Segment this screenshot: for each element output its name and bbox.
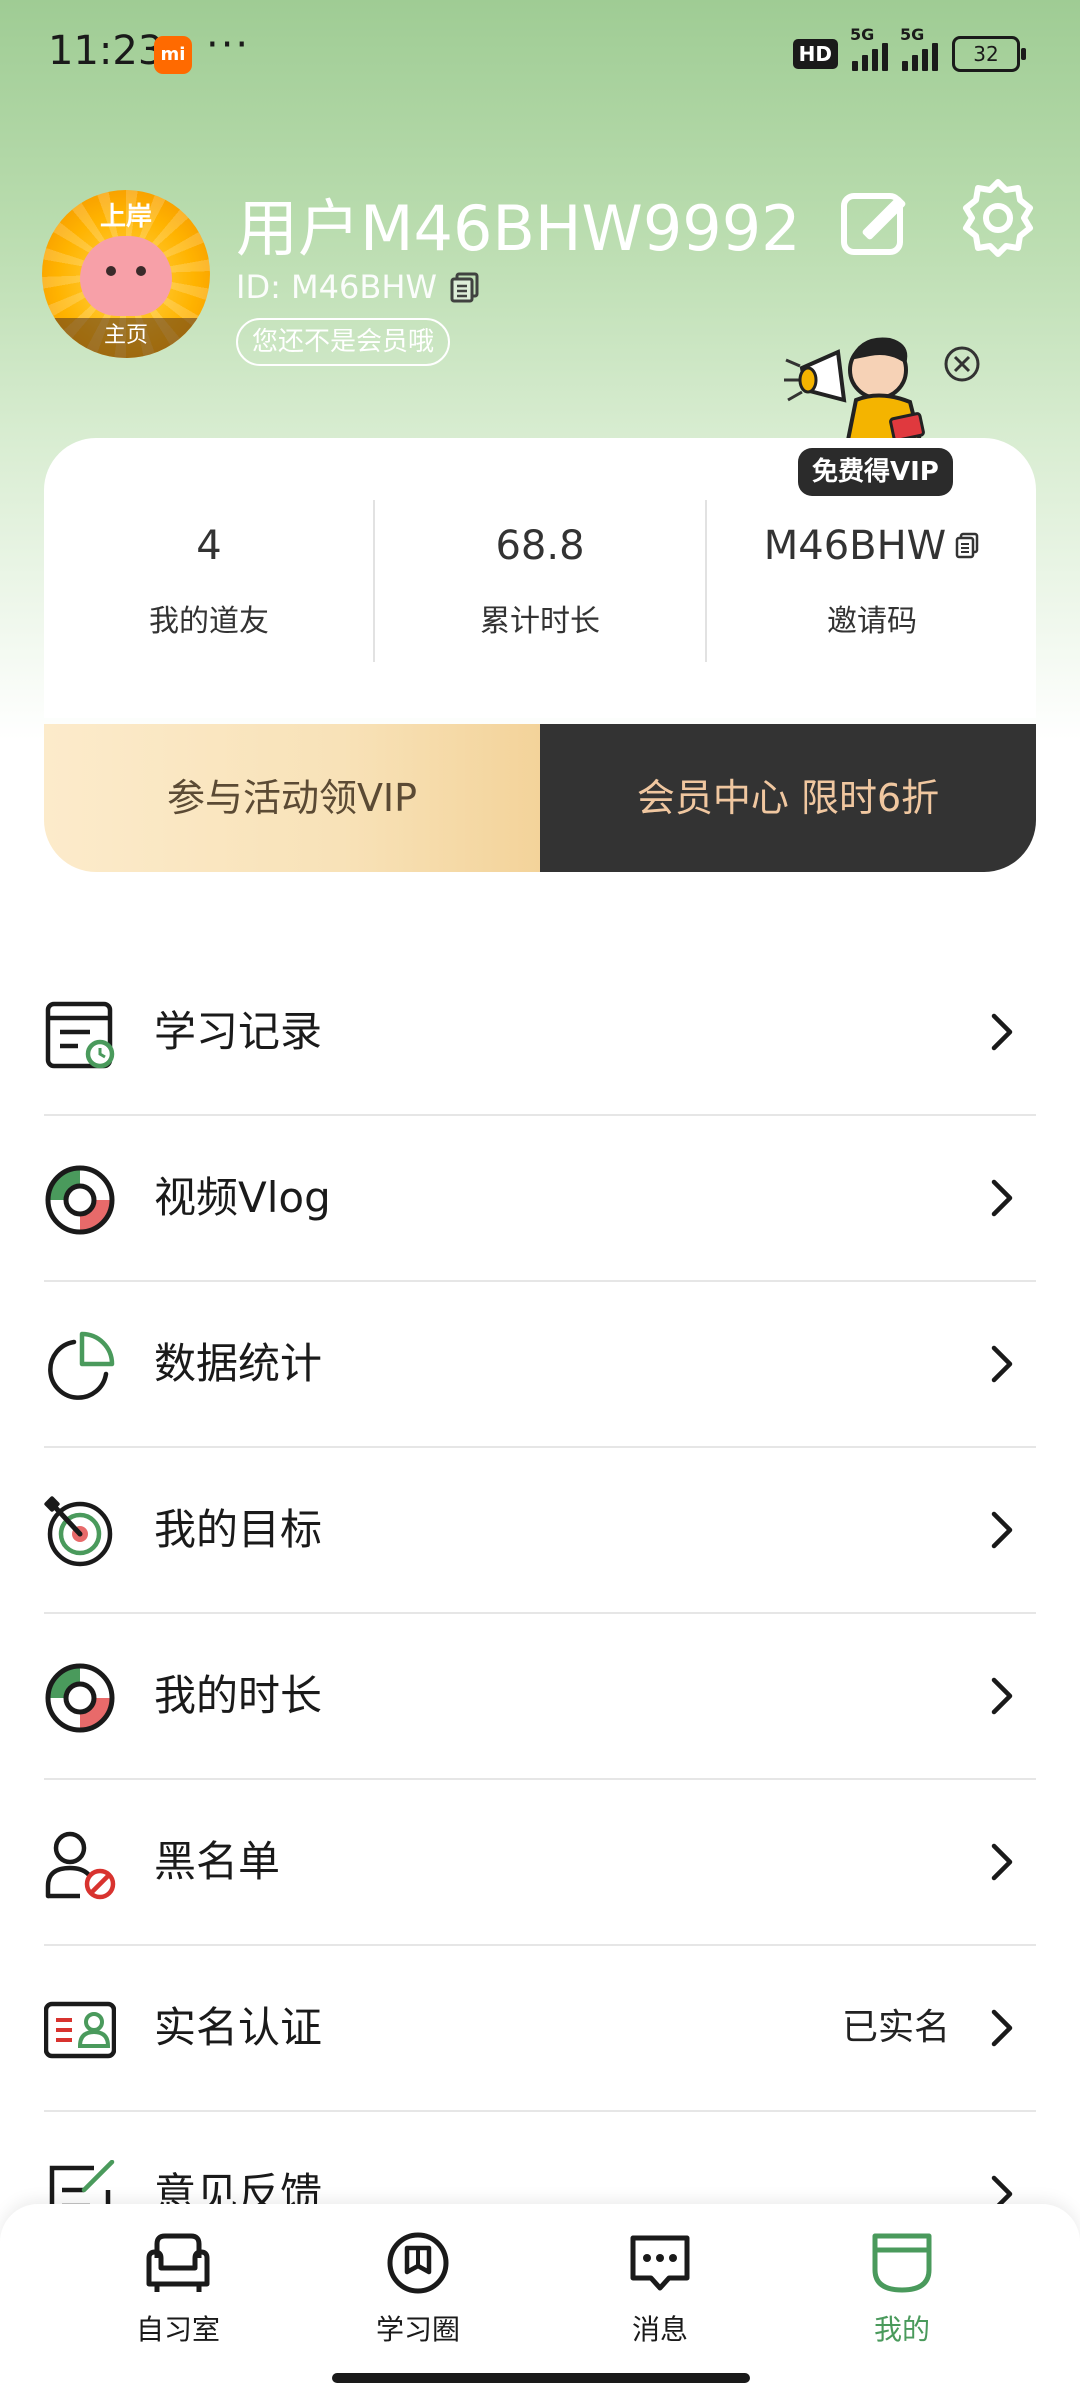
join-activity-vip-button[interactable]: 参与活动领VIP	[44, 724, 540, 872]
menu-label: 黑名单	[154, 1837, 281, 1886]
menu-item-blacklist[interactable]: 黑名单	[44, 1780, 1036, 1946]
menu-label: 实名认证	[154, 2003, 323, 2052]
user-id: ID: M46BHW	[236, 268, 438, 306]
user-id-row: ID: M46BHW	[236, 268, 479, 306]
status-time: 11:23	[48, 28, 164, 74]
book-circle-icon	[387, 2232, 449, 2294]
avatar-character	[80, 236, 172, 316]
friends-label: 我的道友	[149, 604, 269, 639]
close-promo-icon[interactable]	[942, 344, 982, 384]
menu-list: 学习记录 视频Vlog 数据统计 我的目标 我的时长 黑名单 实名认证 已实名 …	[44, 950, 1036, 2276]
menu-label: 视频Vlog	[154, 1173, 331, 1222]
status-indicators: HD 5G 5G 32	[792, 25, 1026, 74]
menu-item-study-record[interactable]: 学习记录	[44, 950, 1036, 1116]
signal-icon: 5G	[850, 25, 888, 71]
invite-code-label: 邀请码	[827, 604, 917, 639]
edit-icon[interactable]	[838, 182, 914, 258]
menu-item-my-goal[interactable]: 我的目标	[44, 1448, 1036, 1614]
menu-label: 我的时长	[154, 1671, 323, 1720]
chevron-right-icon	[991, 1843, 1013, 1881]
friends-stat[interactable]: 4 我的道友	[44, 516, 374, 640]
blacklist-icon	[45, 1831, 116, 1900]
chevron-right-icon	[991, 1511, 1013, 1549]
username: 用户M46BHW9992	[236, 192, 801, 265]
video-vlog-icon	[45, 1165, 115, 1235]
nav-label: 我的	[873, 2313, 930, 2346]
sofa-icon	[146, 2233, 210, 2292]
menu-label: 学习记录	[154, 1007, 323, 1056]
target-icon	[44, 1496, 113, 1567]
invite-code-stat[interactable]: M46BHW 邀请码	[707, 516, 1037, 640]
chevron-right-icon	[991, 1179, 1013, 1217]
nav-label: 学习圈	[375, 2313, 460, 2346]
menu-item-video-vlog[interactable]: 视频Vlog	[44, 1116, 1036, 1282]
battery-icon: 32	[952, 36, 1026, 72]
hd-voice-icon: HD	[792, 39, 838, 69]
avatar-home-label: 主页	[42, 318, 210, 358]
bottom-nav: 自习室 学习圈 消息 我的	[0, 2204, 1080, 2400]
nav-tab-messages[interactable]: 消息	[560, 2228, 760, 2348]
signal-icon: 5G	[900, 25, 938, 71]
copy-icon[interactable]	[954, 532, 980, 560]
nav-tab-mine[interactable]: 我的	[802, 2228, 1002, 2348]
avatar[interactable]: 上岸 主页	[42, 190, 210, 358]
chevron-right-icon	[991, 1345, 1013, 1383]
chevron-right-icon	[991, 1013, 1013, 1051]
copy-icon[interactable]	[449, 271, 479, 303]
status-bar: 11:23 mi ··· HD 5G 5G 32	[0, 0, 1080, 110]
network-type-label: 5G	[850, 25, 875, 44]
profile-tab-icon	[872, 2233, 932, 2293]
friends-count: 4	[196, 523, 222, 569]
study-record-icon	[45, 1001, 115, 1069]
mi-app-icon: mi	[154, 36, 192, 74]
avatar-top-label: 上岸	[99, 202, 152, 232]
chevron-right-icon	[991, 2009, 1013, 2047]
menu-item-data-stats[interactable]: 数据统计	[44, 1282, 1036, 1448]
menu-item-my-duration[interactable]: 我的时长	[44, 1614, 1036, 1780]
duration-icon	[45, 1663, 115, 1733]
total-duration-value: 68.8	[495, 523, 585, 569]
more-notifications-icon: ···	[206, 22, 251, 68]
menu-label: 我的目标	[154, 1505, 323, 1554]
invite-code-value: M46BHW	[763, 523, 947, 569]
menu-label: 数据统计	[154, 1339, 323, 1388]
total-duration-stat[interactable]: 68.8 累计时长	[375, 516, 705, 640]
nav-tab-study-room[interactable]: 自习室	[78, 2228, 278, 2348]
total-duration-label: 累计时长	[480, 604, 600, 639]
menu-item-real-name-auth[interactable]: 实名认证 已实名	[44, 1946, 1036, 2112]
settings-gear-icon[interactable]	[956, 176, 1040, 260]
free-vip-tag[interactable]: 免费得VIP	[798, 448, 953, 496]
id-card-icon	[44, 2001, 116, 2059]
member-center-button[interactable]: 会员中心 限时6折	[540, 724, 1036, 872]
verified-status: 已实名	[841, 2007, 950, 2048]
nav-tab-study-circle[interactable]: 学习圈	[318, 2228, 518, 2348]
home-indicator[interactable]	[332, 2373, 750, 2383]
nav-label: 自习室	[135, 2313, 220, 2346]
message-icon	[630, 2235, 690, 2291]
nav-label: 消息	[631, 2313, 688, 2346]
network-type-label: 5G	[900, 25, 925, 44]
chevron-right-icon	[991, 1677, 1013, 1715]
member-status-badge[interactable]: 您还不是会员哦	[236, 318, 451, 366]
pie-chart-icon	[48, 1331, 115, 1400]
